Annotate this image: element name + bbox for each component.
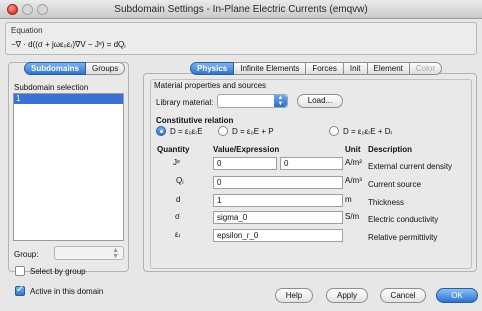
material-section-label: Material properties and sources: [154, 81, 267, 90]
tab-infinite-elements[interactable]: Infinite Elements: [234, 62, 307, 75]
apply-button[interactable]: Apply: [326, 288, 368, 303]
value-field[interactable]: epsilon_r_0: [213, 229, 343, 242]
radio-unselected[interactable]: [329, 126, 339, 136]
radio-option-1[interactable]: D = ε₀εᵣE: [156, 126, 203, 136]
subdomain-list[interactable]: 1: [13, 93, 124, 241]
select-by-group-label: Select by group: [30, 266, 86, 276]
tab-forces[interactable]: Forces: [306, 62, 344, 75]
tab-groups[interactable]: Groups: [86, 62, 126, 75]
library-material-select[interactable]: ▲ ▼: [217, 94, 288, 108]
tab-element[interactable]: Element: [367, 62, 410, 75]
constitutive-relation-label: Constitutive relation: [156, 116, 234, 125]
unit-label: S/m: [345, 212, 360, 221]
window-title: Subdomain Settings - In-Plane Electric C…: [114, 4, 368, 15]
value-field[interactable]: 1: [213, 194, 343, 207]
value-field[interactable]: 0: [213, 176, 343, 189]
active-in-domain-label: Active in this domain: [30, 286, 104, 296]
subdomains-panel: Subdomain selection 1 Group: ▲ ▼ Select b…: [8, 62, 129, 296]
description-label: Current source: [368, 180, 421, 189]
quantity-symbol: Jᵉ: [173, 158, 180, 167]
tab-color: Color: [409, 62, 442, 75]
checkbox-box[interactable]: [15, 266, 25, 276]
description-label: Thickness: [368, 198, 405, 207]
group-label: Group:: [14, 250, 39, 259]
select-by-group-checkbox[interactable]: Select by group: [15, 266, 86, 276]
quantity-symbol: σ: [175, 212, 180, 221]
equation-panel: Equation −∇ · d((σ + jωε₀εᵣ)∇V − Jᵉ) = d…: [5, 22, 477, 55]
quantity-header: Quantity: [157, 145, 190, 154]
right-tab-bar: Physics Infinite Elements Forces Init El…: [190, 62, 442, 75]
tab-subdomains[interactable]: Subdomains: [24, 62, 87, 75]
list-item[interactable]: 1: [14, 94, 123, 104]
left-tab-bar: Subdomains Groups: [24, 62, 126, 75]
equation-label: Equation: [11, 26, 43, 35]
radio-option-label: D = ε₀E + P: [232, 126, 274, 136]
value-field[interactable]: 0: [213, 157, 277, 170]
value-header: Value/Expression: [213, 145, 280, 154]
library-material-label: Library material:: [156, 98, 214, 107]
description-label: External current density: [368, 162, 453, 171]
description-label: Relative permittivity: [368, 233, 438, 242]
quantity-symbol: εᵣ: [175, 230, 181, 239]
ok-button[interactable]: OK: [436, 288, 478, 303]
quantity-symbol: d: [176, 195, 181, 204]
quantity-symbol: Qⱼ: [176, 176, 184, 185]
radio-option-label: D = ε₀εᵣE + Dᵣ: [343, 126, 393, 136]
value-field[interactable]: sigma_0: [213, 211, 343, 224]
value-field-2[interactable]: 0: [280, 157, 343, 170]
unit-label: A/m³: [345, 176, 362, 185]
window-titlebar: Subdomain Settings - In-Plane Electric C…: [0, 0, 482, 19]
cancel-button[interactable]: Cancel: [380, 288, 426, 303]
description-header: Description: [368, 145, 413, 154]
checkbox-checked[interactable]: [15, 284, 25, 296]
chevron-updown-icon: ▲ ▼: [274, 95, 287, 107]
description-label: Electric conductivity: [368, 215, 439, 224]
subdomain-selection-label: Subdomain selection: [14, 83, 89, 92]
radio-option-2[interactable]: D = ε₀E + P: [218, 126, 274, 136]
radio-option-label: D = ε₀εᵣE: [170, 126, 203, 136]
radio-selected[interactable]: [156, 126, 166, 136]
group-select[interactable]: ▲ ▼: [54, 246, 124, 260]
radio-unselected[interactable]: [218, 126, 228, 136]
unit-label: A/m²: [345, 158, 362, 167]
radio-option-3[interactable]: D = ε₀εᵣE + Dᵣ: [329, 126, 392, 136]
equation-text: −∇ · d((σ + jωε₀εᵣ)∇V − Jᵉ) = dQⱼ: [11, 40, 126, 49]
tab-init[interactable]: Init: [343, 62, 368, 75]
unit-header: Unit: [345, 145, 361, 154]
help-button[interactable]: Help: [275, 288, 313, 303]
load-button[interactable]: Load...: [297, 94, 343, 108]
tab-physics[interactable]: Physics: [190, 62, 235, 75]
active-in-domain-checkbox[interactable]: Active in this domain: [15, 284, 104, 296]
chevron-updown-icon: ▲ ▼: [112, 247, 119, 260]
unit-label: m: [345, 195, 352, 204]
